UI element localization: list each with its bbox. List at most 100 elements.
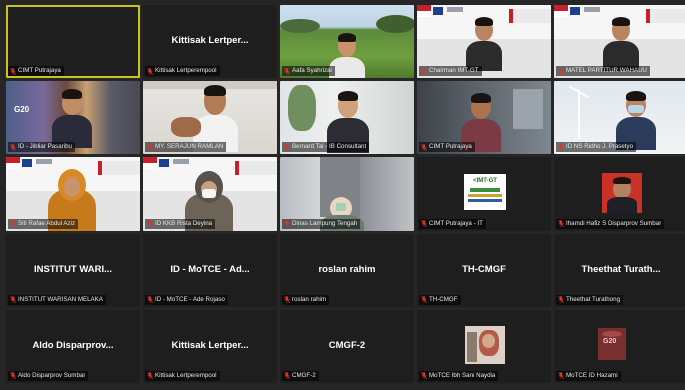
participant-name-label: MY. SERAJUN RAMLAN	[145, 142, 227, 153]
participant-name-label: MoTCE Ibh Sani Naydia	[419, 370, 499, 381]
participant-display-name: Theethat Turath...	[581, 263, 661, 275]
muted-mic-icon	[10, 67, 16, 75]
muted-mic-icon	[558, 67, 564, 75]
participant-tile[interactable]: Aldo Disparprov... Aldo Disparprov Sumba…	[6, 309, 140, 383]
participant-name: MATEL PARTITUR WAHAUU	[566, 67, 648, 75]
muted-mic-icon	[421, 296, 427, 304]
participant-name-label: Kittisak Lertperempool	[145, 66, 220, 77]
participant-name-label: Siti Rafae Abdul Aziz	[8, 218, 79, 229]
participant-name: CIMT Putrajaya - IT	[429, 219, 483, 227]
participant-name-label: MoTCE ID Hazami	[556, 370, 621, 381]
participant-name-label: Theethat Turathong	[556, 294, 624, 305]
participant-name-label: Aafa Syahrizal	[282, 66, 335, 77]
participant-profile-photo	[602, 173, 642, 214]
participant-name: Ihamdi Hafiz S Disparprov Sumbar	[566, 219, 662, 227]
participant-tile[interactable]: Chairman IMT-GT	[417, 5, 551, 79]
participant-tile[interactable]: CIMT Putrajaya	[6, 5, 140, 79]
participant-tile[interactable]: Ihamdi Hafiz S Disparprov Sumbar	[554, 157, 685, 231]
participant-name-label: CMGF-2	[282, 370, 319, 381]
participant-tile[interactable]: <IMT-GT CIMT Putrajaya - IT	[417, 157, 551, 231]
muted-mic-icon	[284, 296, 290, 304]
participant-name-label: CIMT Putrajaya	[419, 142, 475, 153]
g20-logo: G20	[14, 105, 30, 115]
participant-name-label: INSTITUT WARISAN MELAKA	[8, 294, 106, 305]
participant-name: MoTCE Ibh Sani Naydia	[429, 371, 496, 379]
participant-tile[interactable]: Dinas Lampung Tengah	[280, 157, 414, 231]
participant-tile[interactable]: Kittisak Lertper... Kittisak Lertperempo…	[143, 5, 277, 79]
participant-tile[interactable]: G20 ID - Jibliar Pasaribu	[6, 81, 140, 155]
muted-mic-icon	[421, 67, 427, 75]
participant-name: ID - Jibliar Pasaribu	[18, 143, 72, 151]
participant-display-name: ID - MoTCE - Ad...	[170, 263, 250, 275]
participant-name-label: Aldo Disparprov Sumbar	[8, 370, 89, 381]
muted-mic-icon	[147, 372, 153, 380]
participant-name: CMGF-2	[292, 371, 316, 379]
participant-name-label: Chairman IMT-GT	[419, 66, 482, 77]
muted-mic-icon	[421, 220, 427, 227]
participant-name: Dinas Lampung Tengah	[292, 219, 358, 227]
participant-name: Aldo Disparprov Sumbar	[18, 371, 86, 379]
participant-name-label: ID NS Ridho J. Prasetyo	[556, 142, 637, 153]
participant-name: MY. SERAJUN RAMLAN	[155, 143, 224, 151]
participant-name: ID KKB Rista Deyina	[155, 219, 213, 227]
participant-name-label: roslan rahim	[282, 294, 330, 305]
participant-name: TH-CMGF	[429, 295, 458, 303]
muted-mic-icon	[10, 144, 16, 151]
muted-mic-icon	[421, 144, 427, 151]
participant-tile[interactable]: CIMT Putrajaya	[417, 81, 551, 155]
participant-tile[interactable]: CMGF-2 CMGF-2	[280, 309, 414, 383]
muted-mic-icon	[10, 372, 16, 380]
participant-name: Bernard Tai - IB Consultant	[292, 143, 367, 151]
participant-tile[interactable]: Siti Rafae Abdul Aziz	[6, 157, 140, 231]
muted-mic-icon	[147, 296, 153, 304]
participant-name-label: CIMT Putrajaya - IT	[419, 218, 486, 229]
muted-mic-icon	[558, 296, 564, 304]
participant-tile[interactable]: MATEL PARTITUR WAHAUU	[554, 5, 685, 79]
muted-mic-icon	[147, 220, 153, 227]
g20-profile-photo: G20	[598, 327, 626, 360]
participant-tile[interactable]: G20 MoTCE ID Hazami	[554, 309, 685, 383]
video-conference-window: CIMT Putrajaya Kittisak Lertper... Kitti…	[0, 0, 685, 390]
participant-name: Kittisak Lertperempool	[155, 371, 217, 379]
muted-mic-icon	[10, 220, 16, 227]
muted-mic-icon	[284, 220, 290, 227]
participant-tile[interactable]: MY. SERAJUN RAMLAN	[143, 81, 277, 155]
participant-name: Aafa Syahrizal	[292, 67, 332, 75]
muted-mic-icon	[558, 144, 564, 151]
participant-name-label: Dinas Lampung Tengah	[282, 218, 361, 229]
participant-grid: CIMT Putrajaya Kittisak Lertper... Kitti…	[6, 5, 685, 383]
participant-tile[interactable]: Theethat Turath... Theethat Turathong	[554, 233, 685, 307]
muted-mic-icon	[558, 220, 564, 227]
participant-name: CIMT Putrajaya	[429, 143, 472, 151]
muted-mic-icon	[284, 67, 290, 75]
participant-name-label: CIMT Putrajaya	[8, 66, 64, 77]
participant-name: Siti Rafae Abdul Aziz	[18, 219, 76, 227]
muted-mic-icon	[284, 372, 290, 380]
participant-profile-photo	[465, 325, 505, 364]
participant-tile[interactable]: ID KKB Rista Deyina	[143, 157, 277, 231]
participant-name: CIMT Putrajaya	[18, 67, 61, 75]
participant-tile[interactable]: Kittisak Lertper... Kittisak Lertperempo…	[143, 309, 277, 383]
muted-mic-icon	[147, 144, 153, 151]
participant-display-name: CMGF-2	[328, 339, 366, 351]
participant-display-name: INSTITUT WARI...	[33, 263, 113, 275]
participant-tile[interactable]: ID - MoTCE - Ad... ID - MoTCE - Ade Roja…	[143, 233, 277, 307]
participant-tile[interactable]: Bernard Tai - IB Consultant	[280, 81, 414, 155]
participant-display-name: Kittisak Lertper...	[171, 35, 249, 46]
participant-name: Kittisak Lertperempool	[155, 67, 217, 75]
participant-tile[interactable]: MoTCE Ibh Sani Naydia	[417, 309, 551, 383]
muted-mic-icon	[147, 67, 153, 75]
participant-tile[interactable]: INSTITUT WARI... INSTITUT WARISAN MELAKA	[6, 233, 140, 307]
participant-name-label: ID - MoTCE - Ade Rojaso	[145, 294, 228, 305]
participant-tile[interactable]: TH-CMGF TH-CMGF	[417, 233, 551, 307]
participant-tile[interactable]: ID NS Ridho J. Prasetyo	[554, 81, 685, 155]
participant-name-label: ID - Jibliar Pasaribu	[8, 142, 75, 153]
participant-tile[interactable]: Aafa Syahrizal	[280, 5, 414, 79]
participant-name: INSTITUT WARISAN MELAKA	[18, 295, 103, 303]
participant-name-label: MATEL PARTITUR WAHAUU	[556, 66, 651, 77]
muted-mic-icon	[10, 296, 16, 304]
muted-mic-icon	[421, 372, 427, 380]
participant-tile[interactable]: roslan rahim roslan rahim	[280, 233, 414, 307]
participant-display-name: TH-CMGF	[462, 263, 506, 275]
g20-logo: G20	[603, 337, 617, 345]
